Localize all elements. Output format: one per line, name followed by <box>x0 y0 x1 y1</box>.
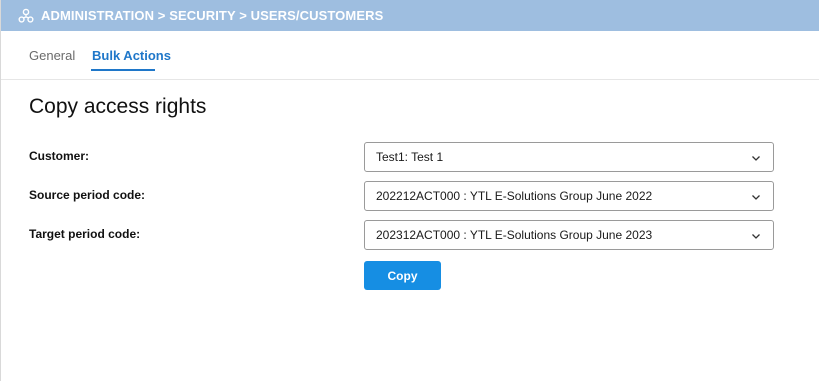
app-frame: ADMINISTRATION > SECURITY > USERS/CUSTOM… <box>0 0 819 381</box>
tab-bar: General Bulk Actions <box>1 31 819 80</box>
customer-label: Customer: <box>29 149 90 163</box>
page-title: Copy access rights <box>29 95 207 118</box>
header-bar: ADMINISTRATION > SECURITY > USERS/CUSTOM… <box>1 0 819 31</box>
users-network-icon <box>17 7 35 25</box>
chevron-down-icon <box>752 156 760 161</box>
chevron-down-icon <box>752 195 760 200</box>
target-period-select[interactable]: 202312ACT000 : YTL E-Solutions Group Jun… <box>364 220 774 250</box>
source-period-select-value: 202212ACT000 : YTL E-Solutions Group Jun… <box>376 189 653 203</box>
target-period-label: Target period code: <box>29 227 141 241</box>
target-period-select-value: 202312ACT000 : YTL E-Solutions Group Jun… <box>376 228 653 242</box>
copy-button[interactable]: Copy <box>364 261 441 290</box>
tab-general[interactable]: General <box>29 48 75 63</box>
customer-select-value: Test1: Test 1 <box>376 150 444 164</box>
active-tab-indicator <box>91 69 155 71</box>
source-period-select[interactable]: 202212ACT000 : YTL E-Solutions Group Jun… <box>364 181 774 211</box>
chevron-down-icon <box>752 234 760 239</box>
breadcrumb: ADMINISTRATION > SECURITY > USERS/CUSTOM… <box>41 8 384 23</box>
tab-bulk-actions[interactable]: Bulk Actions <box>92 48 171 63</box>
source-period-label: Source period code: <box>29 188 146 202</box>
customer-select[interactable]: Test1: Test 1 <box>364 142 774 172</box>
